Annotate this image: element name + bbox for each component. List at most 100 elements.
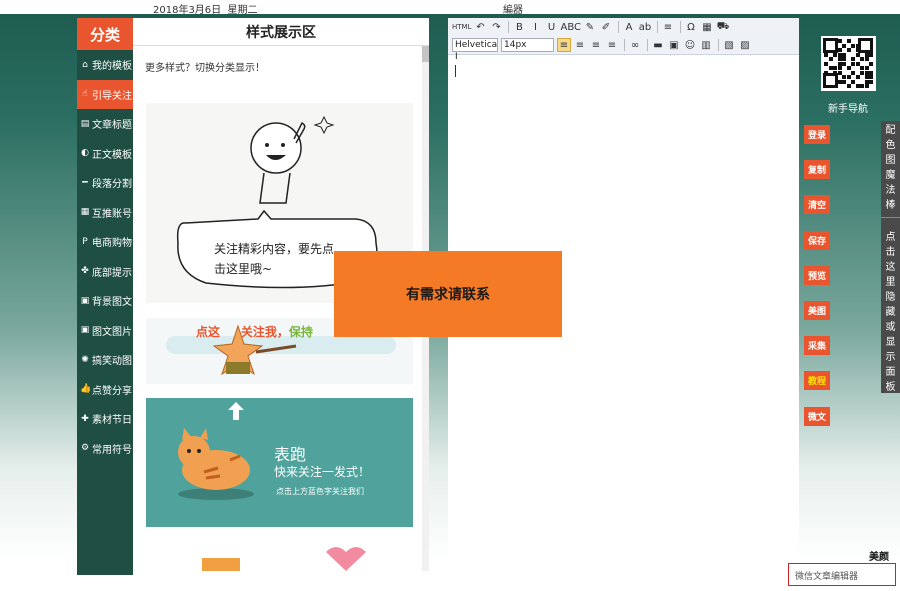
toggle-panel-tab-label: 点击这里隐藏或显示面板	[885, 232, 896, 393]
undo-icon[interactable]: ↶	[473, 20, 487, 34]
action-button[interactable]: 美图	[804, 301, 830, 320]
bold-icon[interactable]: B	[512, 20, 526, 34]
category-item[interactable]: ━ 段落分割	[77, 168, 133, 198]
qr-module	[824, 52, 828, 57]
line-height-icon[interactable]: ≡	[661, 20, 675, 34]
qr-module	[864, 52, 869, 57]
font-family-select[interactable]: Helvetica I	[452, 38, 498, 62]
qr-module	[842, 61, 846, 66]
picture-icon: ▣	[80, 325, 90, 336]
category-sidebar: 分类 ⌂ 我的模板 ☝ 引导关注 ▤ 文章标题 ◐ 正文模板 ━ 段落分割 ▦ 互推账号 P 电商购物 ✤ 底…	[77, 18, 133, 575]
align-center-icon[interactable]: ≡	[573, 38, 587, 52]
qr-finder	[823, 38, 838, 53]
category-item[interactable]: ✚ 素材节日	[77, 404, 133, 434]
cogs-icon: ⚙	[80, 443, 90, 454]
qr-module	[846, 84, 851, 88]
film-icon[interactable]: ▥	[699, 38, 713, 52]
puzzle-icon: ✤	[81, 266, 89, 277]
highlight-icon[interactable]: ab	[638, 20, 652, 34]
card-banner-text: 点这 关注我，保持	[196, 325, 313, 339]
category-item[interactable]: ✺ 搞笑动图	[77, 345, 133, 375]
category-item[interactable]: P 电商购物	[77, 227, 133, 257]
html-source-icon[interactable]: HTML	[452, 20, 471, 34]
template-card-hearts[interactable]	[146, 542, 413, 571]
brush-icon[interactable]: ✐	[599, 20, 613, 34]
category-item-label: 正文模板	[92, 149, 132, 161]
category-item[interactable]: 👍 点赞分享	[77, 375, 133, 405]
eraser-icon[interactable]: ✎	[583, 20, 597, 34]
category-item[interactable]: ◐ 正文模板	[77, 139, 133, 169]
thumbs-up-icon: 👍	[80, 384, 92, 395]
qr-module	[864, 79, 869, 84]
beginner-guide-link[interactable]: 新手导航	[828, 100, 868, 115]
paste-icon[interactable]: ▨	[738, 38, 752, 52]
category-item[interactable]: ▦ 互推账号	[77, 198, 133, 228]
redo-icon[interactable]: ↷	[489, 20, 503, 34]
action-button[interactable]: 清空	[804, 195, 830, 215]
find-icon[interactable]: ⛟	[716, 20, 730, 34]
qr-module	[869, 79, 873, 84]
wechat-editor-input[interactable]: 微信文章编辑器	[795, 569, 858, 582]
action-button[interactable]: 微文	[804, 406, 830, 426]
wechat-editor-box[interactable]: 微信文章编辑器	[788, 563, 896, 586]
category-item-label: 素材节日	[92, 415, 132, 427]
minus-icon: ━	[82, 177, 88, 188]
media-icon[interactable]: ▣	[667, 38, 681, 52]
category-item[interactable]: ▣ 背景图文	[77, 286, 133, 316]
editor-toolbar: HTML ↶ ↷ B I U ABC ✎ ✐ Aab ≡ Ω ▦ ⛟ Helvetica I 14px ≡…	[448, 18, 799, 62]
category-item-label: 搞笑动图	[92, 356, 132, 368]
link-icon[interactable]: ∞	[628, 38, 642, 52]
action-button[interactable]: 预览	[804, 265, 830, 285]
contact-notice[interactable]: 有需求请联系	[334, 251, 562, 337]
toolbar-separator	[718, 39, 719, 51]
qr-module	[842, 79, 846, 84]
special-char-icon[interactable]: Ω	[684, 20, 698, 34]
qr-module	[855, 52, 860, 57]
toggle-panel-tab[interactable]: 点击这里隐藏或显示面板	[881, 217, 900, 395]
category-item[interactable]: ✤ 底部提示	[77, 257, 133, 287]
italic-icon[interactable]: I	[528, 20, 542, 34]
category-item[interactable]: ▤ 文章标题	[77, 109, 133, 139]
qr-module	[842, 57, 846, 61]
action-button[interactable]: 教程	[804, 371, 830, 391]
emoji-icon[interactable]: ☺	[683, 38, 697, 52]
copy-format-icon[interactable]: ▧	[722, 38, 736, 52]
qr-module	[864, 57, 869, 61]
scrollbar-thumb[interactable]	[422, 46, 429, 62]
qr-module	[828, 57, 833, 61]
align-justify-icon[interactable]: ≡	[605, 38, 619, 52]
top-bar: 2018年3月6日 星期二 編器	[0, 0, 900, 16]
side-tabs: 配色图魔法棒 点击这里隐藏或显示面板	[881, 121, 900, 393]
qr-module	[851, 61, 855, 66]
strikethrough-icon[interactable]: ABC	[560, 20, 581, 34]
showcase-hint: 更多样式？切换分类显示！	[145, 63, 265, 74]
file-icon: ▤	[80, 118, 90, 129]
align-left-icon[interactable]: ≡	[557, 38, 571, 52]
font-color-icon[interactable]: A	[622, 20, 636, 34]
category-item-label: 引导关注	[92, 90, 132, 102]
contrast-icon: ◐	[81, 148, 89, 159]
beauty-label[interactable]: 美颜	[869, 548, 889, 563]
grid-icon: ▦	[80, 207, 90, 218]
color-palette-tab[interactable]: 配色图魔法棒	[881, 121, 900, 213]
image-icon: ▣	[80, 295, 90, 306]
spinner-icon: ✺	[81, 354, 89, 365]
category-item-label: 背景图文	[92, 297, 132, 309]
image-insert-icon[interactable]: ▬	[651, 38, 665, 52]
underline-icon[interactable]: U	[544, 20, 558, 34]
action-button[interactable]: 保存	[804, 230, 830, 250]
action-button[interactable]: 登录	[804, 125, 830, 144]
category-item[interactable]: ▣ 图文图片	[77, 316, 133, 346]
table-icon[interactable]: ▦	[700, 20, 714, 34]
template-card-cat[interactable]: 表跑 快来关注一发式！ 点击上方蓝色字关注我们	[146, 398, 413, 527]
font-size-select[interactable]: 14px	[501, 38, 554, 52]
align-right-icon[interactable]: ≡	[589, 38, 603, 52]
qr-module	[842, 52, 846, 57]
category-item[interactable]: ⌂ 我的模板	[77, 50, 133, 80]
color-palette-tab-label: 配色图魔法棒	[885, 125, 896, 211]
category-item[interactable]: ☝ 引导关注	[77, 79, 133, 109]
action-button[interactable]: 复制	[804, 160, 830, 180]
qr-module	[869, 75, 873, 79]
action-button[interactable]: 采集	[804, 336, 830, 356]
category-item[interactable]: ⚙ 常用符号	[77, 434, 133, 464]
